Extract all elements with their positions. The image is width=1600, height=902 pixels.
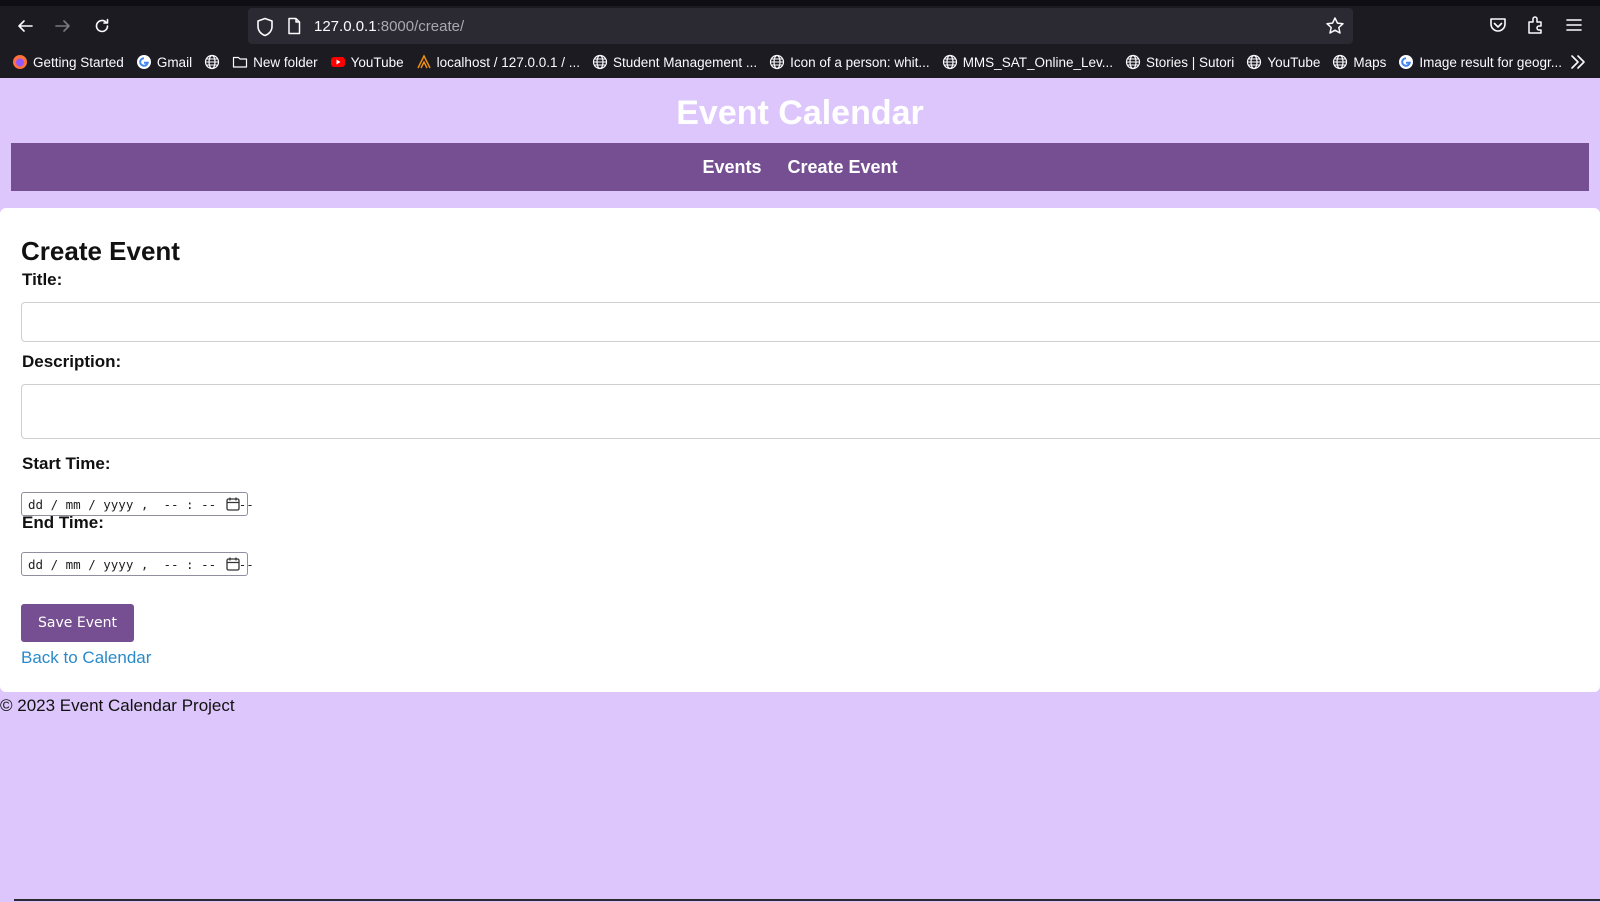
bookmark-item[interactable]: MMS_SAT_Online_Lev... [942,50,1113,74]
bookmark-label: New folder [253,54,318,70]
bookmark-label: MMS_SAT_Online_Lev... [962,54,1114,70]
bookmarks-toolbar: Getting Started Gmail New folder YouTube loc… [0,48,1600,76]
hamburger-menu-icon[interactable] [1563,14,1585,36]
chevron-double-right-icon[interactable] [1568,52,1588,72]
bookmark-item[interactable]: Gmail [136,50,192,74]
end-time-input[interactable]: dd / mm / yyyy , -- : -- -- [21,552,254,576]
bookmark-item[interactable]: Getting Started [12,50,124,74]
bookmark-item[interactable]: New folder [232,50,318,74]
bookmark-label: Icon of a person: whit... [790,54,930,70]
end-time-label: End Time: [22,513,104,532]
globe-icon [1125,54,1141,70]
site-nav: Events Create Event [11,143,1589,191]
page-icon[interactable] [284,16,304,36]
footer-text: © 2023 Event Calendar Project [0,696,235,715]
bookmark-item[interactable]: Student Management ... [592,50,757,74]
google-icon [136,54,152,70]
title-label: Title: [22,270,63,289]
tab-strip-edge [0,0,1600,6]
nav-link-events[interactable]: Events [702,157,761,178]
bookmark-label: Image result for geogr... [1419,54,1562,70]
globe-icon [204,54,220,70]
reload-icon[interactable] [88,12,116,40]
bookmark-label: Maps [1353,54,1387,70]
globe-icon [769,54,785,70]
globe-icon [592,54,608,70]
bookmark-label: YouTube [1267,54,1321,70]
save-event-button[interactable]: Save Event [21,604,134,642]
window-bottom-edge [14,899,1600,901]
bookmark-item[interactable]: YouTube [1246,50,1320,74]
firefox-icon [12,54,28,70]
page-title: Create Event [21,236,180,266]
title-input[interactable] [21,302,1600,342]
site-title: Event Calendar [676,94,924,132]
end-time-placeholder: dd / mm / yyyy , -- : -- -- [28,556,254,572]
bookmark-item[interactable]: Icon of a person: whit... [769,50,930,74]
youtube-icon [330,54,346,70]
bookmark-item[interactable]: Stories | Sutori [1125,50,1234,74]
globe-icon [1246,54,1262,70]
bookmark-item[interactable]: Image result for geogr... [1398,50,1562,74]
folder-icon [232,54,248,70]
address-bar[interactable]: 127.0.0.1:8000/create/ [248,8,1353,44]
google-icon [1398,54,1414,70]
bookmark-label: Stories | Sutori [1146,54,1235,70]
bookmark-item[interactable]: localhost / 127.0.0.1 / ... [416,50,580,74]
back-arrow-icon[interactable] [11,12,39,40]
shield-icon[interactable] [254,16,276,38]
bookmark-item[interactable]: YouTube [330,50,404,74]
description-textarea[interactable] [21,384,1600,439]
form-card: Create Event Title: Description: Start T… [0,208,1600,692]
start-time-label: Start Time: [22,454,111,473]
browser-toolbar: 127.0.0.1:8000/create/ Getting Started Gm… [0,0,1600,78]
bookmark-star-icon[interactable] [1325,16,1345,36]
start-time-placeholder: dd / mm / yyyy , -- : -- -- [28,496,254,512]
phpmyadmin-icon [416,54,432,70]
bookmark-item[interactable]: Maps [1332,50,1386,74]
bookmark-label: Student Management ... [613,54,758,70]
forward-arrow-icon[interactable] [49,12,77,40]
bookmark-label: Getting Started [33,54,124,70]
url-host: 127.0.0.1 [314,18,377,35]
globe-icon [942,54,958,70]
calendar-icon[interactable] [225,496,241,512]
extensions-icon[interactable] [1525,14,1547,36]
back-to-calendar-link[interactable]: Back to Calendar [21,648,151,668]
url-path: :8000/create/ [376,18,465,35]
description-label: Description: [22,352,122,371]
pocket-icon[interactable] [1487,14,1509,36]
bookmark-label: YouTube [350,54,404,70]
nav-link-create-event[interactable]: Create Event [787,157,897,178]
bookmark-item[interactable] [204,50,220,74]
calendar-icon[interactable] [225,556,241,572]
bookmark-label: Gmail [156,54,193,70]
bookmark-label: localhost / 127.0.0.1 / ... [436,54,581,70]
globe-icon [1332,54,1348,70]
url-text[interactable]: 127.0.0.1:8000/create/ [314,18,464,35]
